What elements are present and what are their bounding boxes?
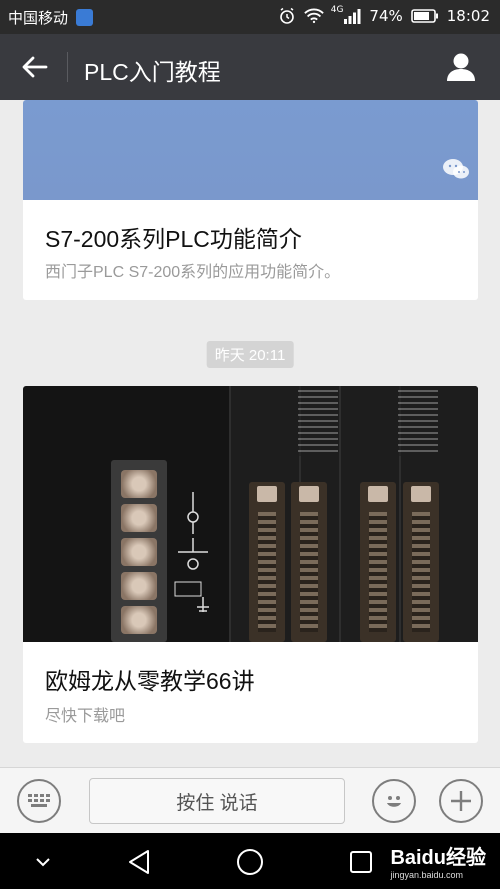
message-timestamp: 昨天 20:11 bbox=[206, 341, 294, 368]
plus-icon bbox=[451, 791, 471, 811]
battery-percent: 74% bbox=[369, 7, 403, 25]
watermark-url: jingyan.baidu.com bbox=[390, 870, 463, 880]
signal-icon bbox=[342, 7, 362, 25]
clock: 18:02 bbox=[446, 7, 490, 25]
article-card[interactable]: 欧姆龙从零教学66讲 尽快下载吧 bbox=[23, 386, 478, 743]
title-divider bbox=[67, 52, 68, 82]
article-description: 西门子PLC S7-200系列的应用功能简介。 bbox=[45, 264, 341, 281]
hold-to-talk-button[interactable]: 按住 说话 bbox=[89, 778, 345, 824]
system-nav-bar: Baidu经验 jingyan.baidu.com bbox=[0, 833, 500, 889]
battery-icon bbox=[410, 7, 440, 25]
emoji-button[interactable] bbox=[372, 779, 416, 823]
network-type-label: 4G bbox=[330, 5, 344, 15]
nav-home-button[interactable] bbox=[235, 847, 265, 877]
chevron-down-icon bbox=[36, 858, 50, 867]
io-connector bbox=[360, 482, 396, 642]
square-recents-icon bbox=[350, 851, 372, 873]
io-connector bbox=[249, 482, 285, 642]
message-list[interactable]: S7-200系列PLC功能简介 西门子PLC S7-200系列的应用功能简介。 … bbox=[0, 100, 500, 767]
circle-home-icon bbox=[237, 849, 263, 875]
article-cover-image bbox=[23, 386, 478, 642]
more-options-button[interactable] bbox=[439, 779, 483, 823]
status-bar: 中国移动 4G 74% 18:02 bbox=[0, 0, 500, 34]
article-card[interactable]: S7-200系列PLC功能简介 西门子PLC S7-200系列的应用功能简介。 bbox=[23, 100, 478, 300]
io-connector bbox=[403, 482, 439, 642]
wiring-diagram bbox=[174, 492, 209, 612]
triangle-back-icon bbox=[129, 850, 149, 874]
carrier-label: 中国移动 bbox=[8, 9, 69, 27]
watermark-brand: Baidu经验 bbox=[390, 847, 486, 869]
back-arrow-icon bbox=[22, 56, 48, 78]
article-cover-image bbox=[23, 100, 478, 200]
user-icon bbox=[447, 53, 475, 81]
nav-hide-button[interactable] bbox=[28, 847, 58, 877]
back-button[interactable] bbox=[16, 48, 54, 86]
wifi-icon bbox=[303, 7, 324, 25]
article-title: 欧姆龙从零教学66讲 bbox=[45, 668, 255, 694]
title-bar: PLC入门教程 bbox=[0, 34, 500, 100]
profile-button[interactable] bbox=[442, 48, 480, 86]
smiley-icon bbox=[387, 796, 401, 807]
alarm-icon bbox=[277, 7, 297, 25]
baidu-watermark: Baidu经验 jingyan.baidu.com bbox=[390, 841, 486, 880]
nav-back-button[interactable] bbox=[124, 847, 154, 877]
article-description: 尽快下载吧 bbox=[45, 708, 126, 725]
terminal-block bbox=[111, 460, 167, 642]
keyboard-toggle-button[interactable] bbox=[17, 779, 61, 823]
wechat-icon bbox=[443, 159, 469, 179]
keyboard-icon bbox=[28, 794, 50, 807]
input-bar: 按住 说话 bbox=[0, 767, 500, 833]
io-connector bbox=[291, 482, 327, 642]
page-title: PLC入门教程 bbox=[84, 59, 221, 85]
nav-recents-button[interactable] bbox=[346, 847, 376, 877]
notification-app-icon bbox=[76, 9, 94, 26]
article-title: S7-200系列PLC功能简介 bbox=[45, 226, 302, 252]
